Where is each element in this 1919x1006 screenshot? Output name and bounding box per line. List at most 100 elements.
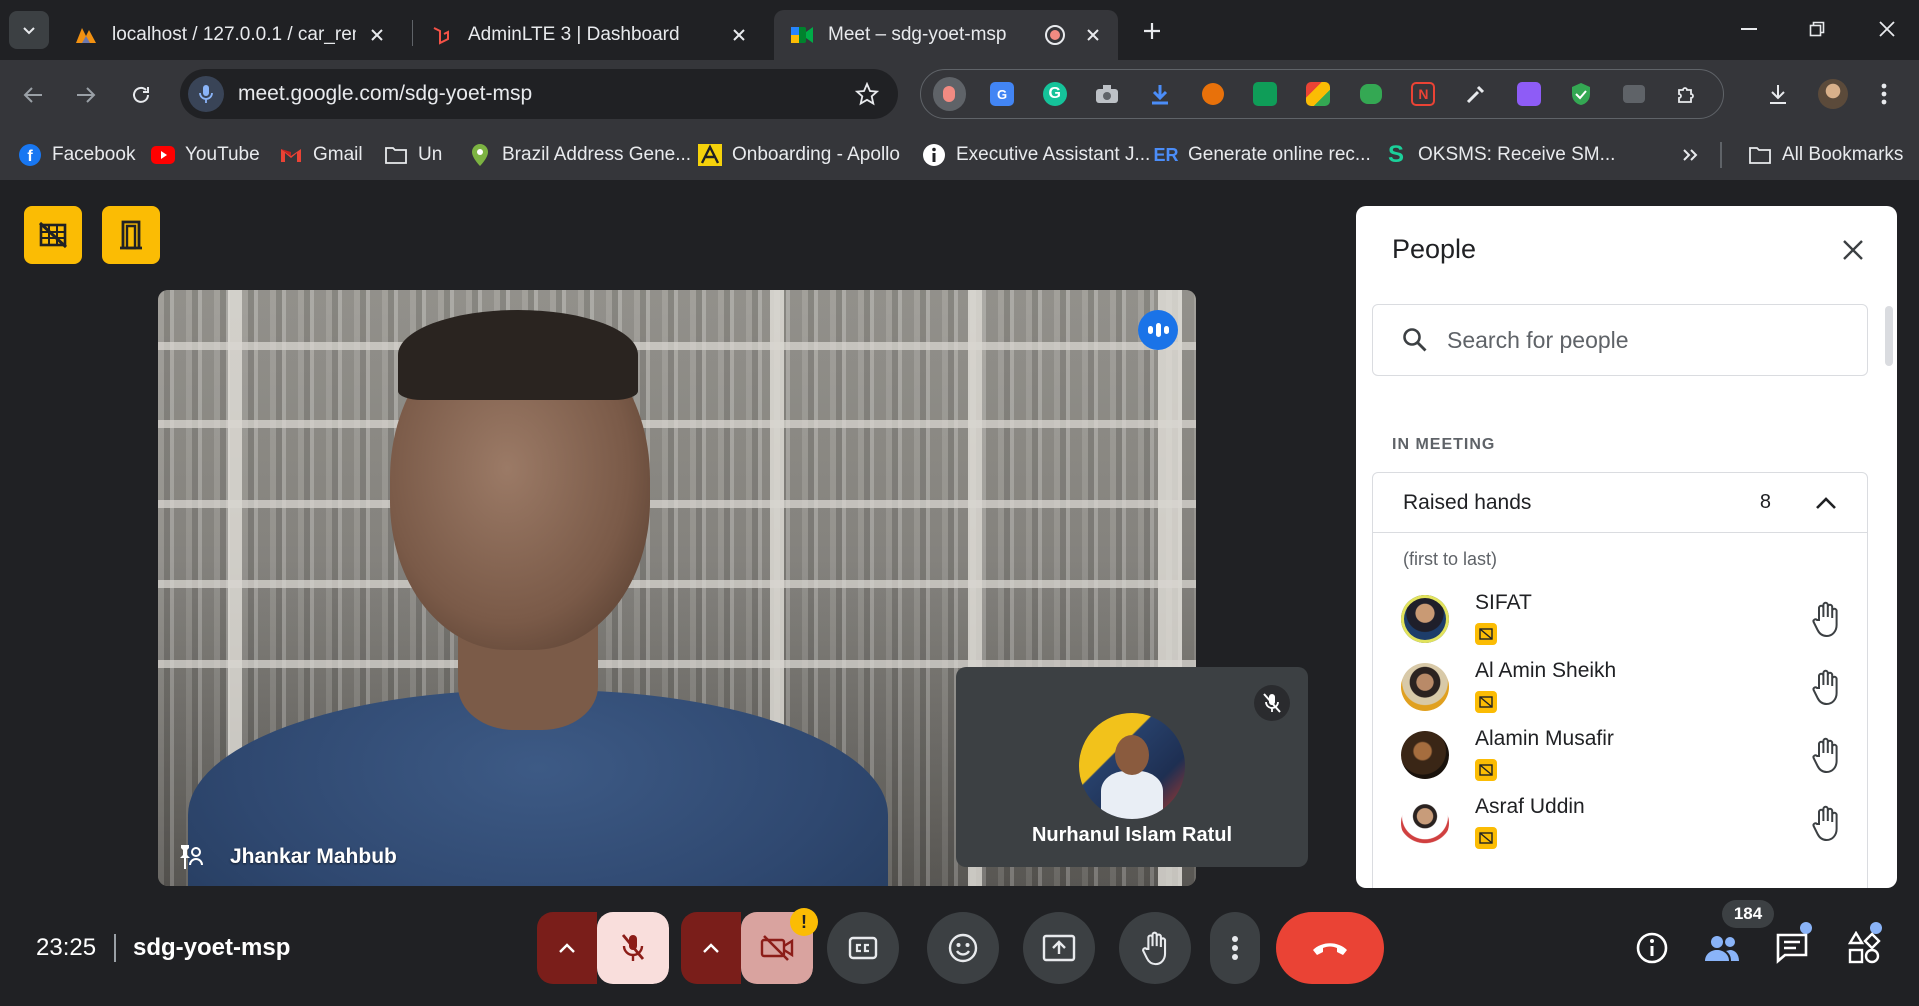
shield-icon[interactable] <box>1565 77 1598 111</box>
address-bar[interactable]: meet.google.com/sdg-yoet-msp <box>180 69 898 119</box>
participant-name: Asraf Uddin <box>1475 795 1585 818</box>
no-video-badge-icon <box>1475 623 1497 645</box>
chevron-up-icon[interactable] <box>1811 496 1841 510</box>
panel-scrollbar[interactable] <box>1885 306 1893 366</box>
n-extension-icon[interactable]: N <box>1407 77 1440 111</box>
breakout-rooms-button[interactable] <box>102 206 160 264</box>
hide-tiles-button[interactable] <box>24 206 82 264</box>
raised-hand-icon <box>1807 665 1845 709</box>
close-panel-button[interactable] <box>1837 234 1869 266</box>
grammarly-icon[interactable]: G <box>1038 77 1071 111</box>
back-button[interactable] <box>14 76 52 114</box>
search-people-field[interactable] <box>1372 304 1868 376</box>
tab-separator <box>412 20 413 46</box>
bookmark-star-icon[interactable] <box>850 82 884 106</box>
reload-icon <box>133 86 149 103</box>
restore-button[interactable] <box>1792 10 1842 48</box>
green-extension-icon[interactable] <box>1249 77 1282 111</box>
close-tab-icon[interactable] <box>1082 24 1104 46</box>
present-screen-button[interactable] <box>1023 912 1095 984</box>
activities-icon <box>1847 931 1881 964</box>
bookmark-youtube[interactable]: YouTube <box>151 139 260 171</box>
youtube-icon <box>151 143 175 167</box>
no-video-badge-icon <box>1475 759 1497 781</box>
tab-phpmyadmin[interactable]: localhost / 127.0.0.1 / car_rent / <box>58 10 402 60</box>
reload-button[interactable] <box>122 76 160 114</box>
wordpress-extension-icon[interactable] <box>1196 77 1229 111</box>
bookmark-oksms[interactable]: S OKSMS: Receive SM... <box>1384 139 1615 171</box>
close-window-button[interactable] <box>1862 10 1912 48</box>
puzzle-icon[interactable] <box>1670 77 1703 111</box>
profile-avatar[interactable] <box>1815 76 1851 112</box>
laravel-icon <box>430 23 454 47</box>
record-extension-icon[interactable] <box>933 77 966 111</box>
screen-capture-icon[interactable] <box>1512 77 1545 111</box>
search-icon <box>1397 327 1433 353</box>
participant-name: Alamin Musafir <box>1475 727 1614 750</box>
self-view-tile[interactable]: Nurhanul Islam Ratul <box>956 667 1308 867</box>
recording-icon <box>1044 24 1066 46</box>
color-picker-icon[interactable] <box>1460 77 1493 111</box>
phpmyadmin-icon <box>74 23 98 47</box>
bookmark-folder-un[interactable]: Un <box>384 139 442 171</box>
raise-hand-button[interactable] <box>1119 912 1191 984</box>
minimize-icon <box>1741 28 1757 30</box>
close-tab-icon[interactable] <box>728 24 750 46</box>
bookmark-label: Un <box>418 144 443 165</box>
people-icon <box>1705 936 1739 961</box>
google-translate-icon[interactable]: G <box>986 77 1019 111</box>
tab-adminlte[interactable]: AdminLTE 3 | Dashboard <box>414 10 764 60</box>
raised-hands-group: Raised hands 8 (first to last) SIFAT Al … <box>1372 472 1868 888</box>
meeting-details-button[interactable] <box>1630 926 1674 970</box>
participant-name: Al Amin Sheikh <box>1475 659 1617 682</box>
chrome-menu-button[interactable] <box>1866 76 1902 112</box>
new-tab-button[interactable] <box>1135 14 1169 48</box>
bookmark-apollo[interactable]: Onboarding - Apollo <box>698 139 900 171</box>
bookmark-executive-assistant[interactable]: Executive Assistant J... <box>922 139 1150 171</box>
audio-options-button[interactable] <box>537 912 597 984</box>
plus-icon <box>1144 23 1160 39</box>
people-button[interactable] <box>1700 926 1744 970</box>
raised-hands-label: Raised hands <box>1403 490 1532 514</box>
leave-call-button[interactable] <box>1276 912 1384 984</box>
bookmark-brazil-address[interactable]: Brazil Address Gene... <box>468 139 691 171</box>
downloads-button[interactable] <box>1760 76 1796 112</box>
participant-row[interactable]: Asraf Uddin <box>1373 787 1869 871</box>
bookmark-generate-receipt[interactable]: ER Generate online rec... <box>1154 139 1371 171</box>
bookmark-facebook[interactable]: f Facebook <box>18 139 135 171</box>
self-view-name: Nurhanul Islam Ratul <box>1031 824 1233 846</box>
gray-extension-icon[interactable] <box>1618 77 1651 111</box>
toggle-microphone-button[interactable] <box>597 912 669 984</box>
raised-hand-icon <box>1807 597 1845 641</box>
info-icon <box>922 143 946 167</box>
bookmarks-overflow-button[interactable] <box>1678 139 1712 171</box>
chat-button[interactable] <box>1770 926 1814 970</box>
bookmarks-divider <box>1720 142 1722 168</box>
download-extension-icon[interactable] <box>1144 77 1177 111</box>
tab-search-button[interactable] <box>9 11 49 49</box>
bookmark-label: YouTube <box>185 144 260 165</box>
extensions-group: G G N <box>920 69 1724 119</box>
robot-extension-icon[interactable] <box>1354 77 1387 111</box>
close-tab-icon[interactable] <box>366 24 388 46</box>
activities-button[interactable] <box>1842 926 1886 970</box>
raised-hands-header[interactable]: Raised hands 8 <box>1373 473 1867 533</box>
forward-button[interactable] <box>67 76 105 114</box>
oksms-icon: S <box>1387 141 1404 168</box>
more-options-button[interactable] <box>1210 912 1260 984</box>
avatar-face <box>1115 735 1149 775</box>
bookmark-gmail[interactable]: Gmail <box>279 139 363 171</box>
gmail-icon <box>279 143 303 167</box>
chrome-extension-icon[interactable] <box>1302 77 1335 111</box>
tab-meet[interactable]: Meet – sdg-yoet-msp <box>774 10 1118 60</box>
camera-extension-icon[interactable] <box>1091 77 1124 111</box>
no-video-badge-icon <box>1475 691 1497 713</box>
search-people-input[interactable] <box>1447 326 1847 354</box>
voice-search-button[interactable] <box>188 76 224 112</box>
video-options-button[interactable] <box>681 912 741 984</box>
minimize-button[interactable] <box>1724 10 1774 48</box>
all-bookmarks-button[interactable]: All Bookmarks <box>1748 139 1903 171</box>
tab-title: Meet – sdg-yoet-msp <box>828 24 1007 45</box>
captions-button[interactable] <box>827 912 899 984</box>
reactions-button[interactable] <box>927 912 999 984</box>
